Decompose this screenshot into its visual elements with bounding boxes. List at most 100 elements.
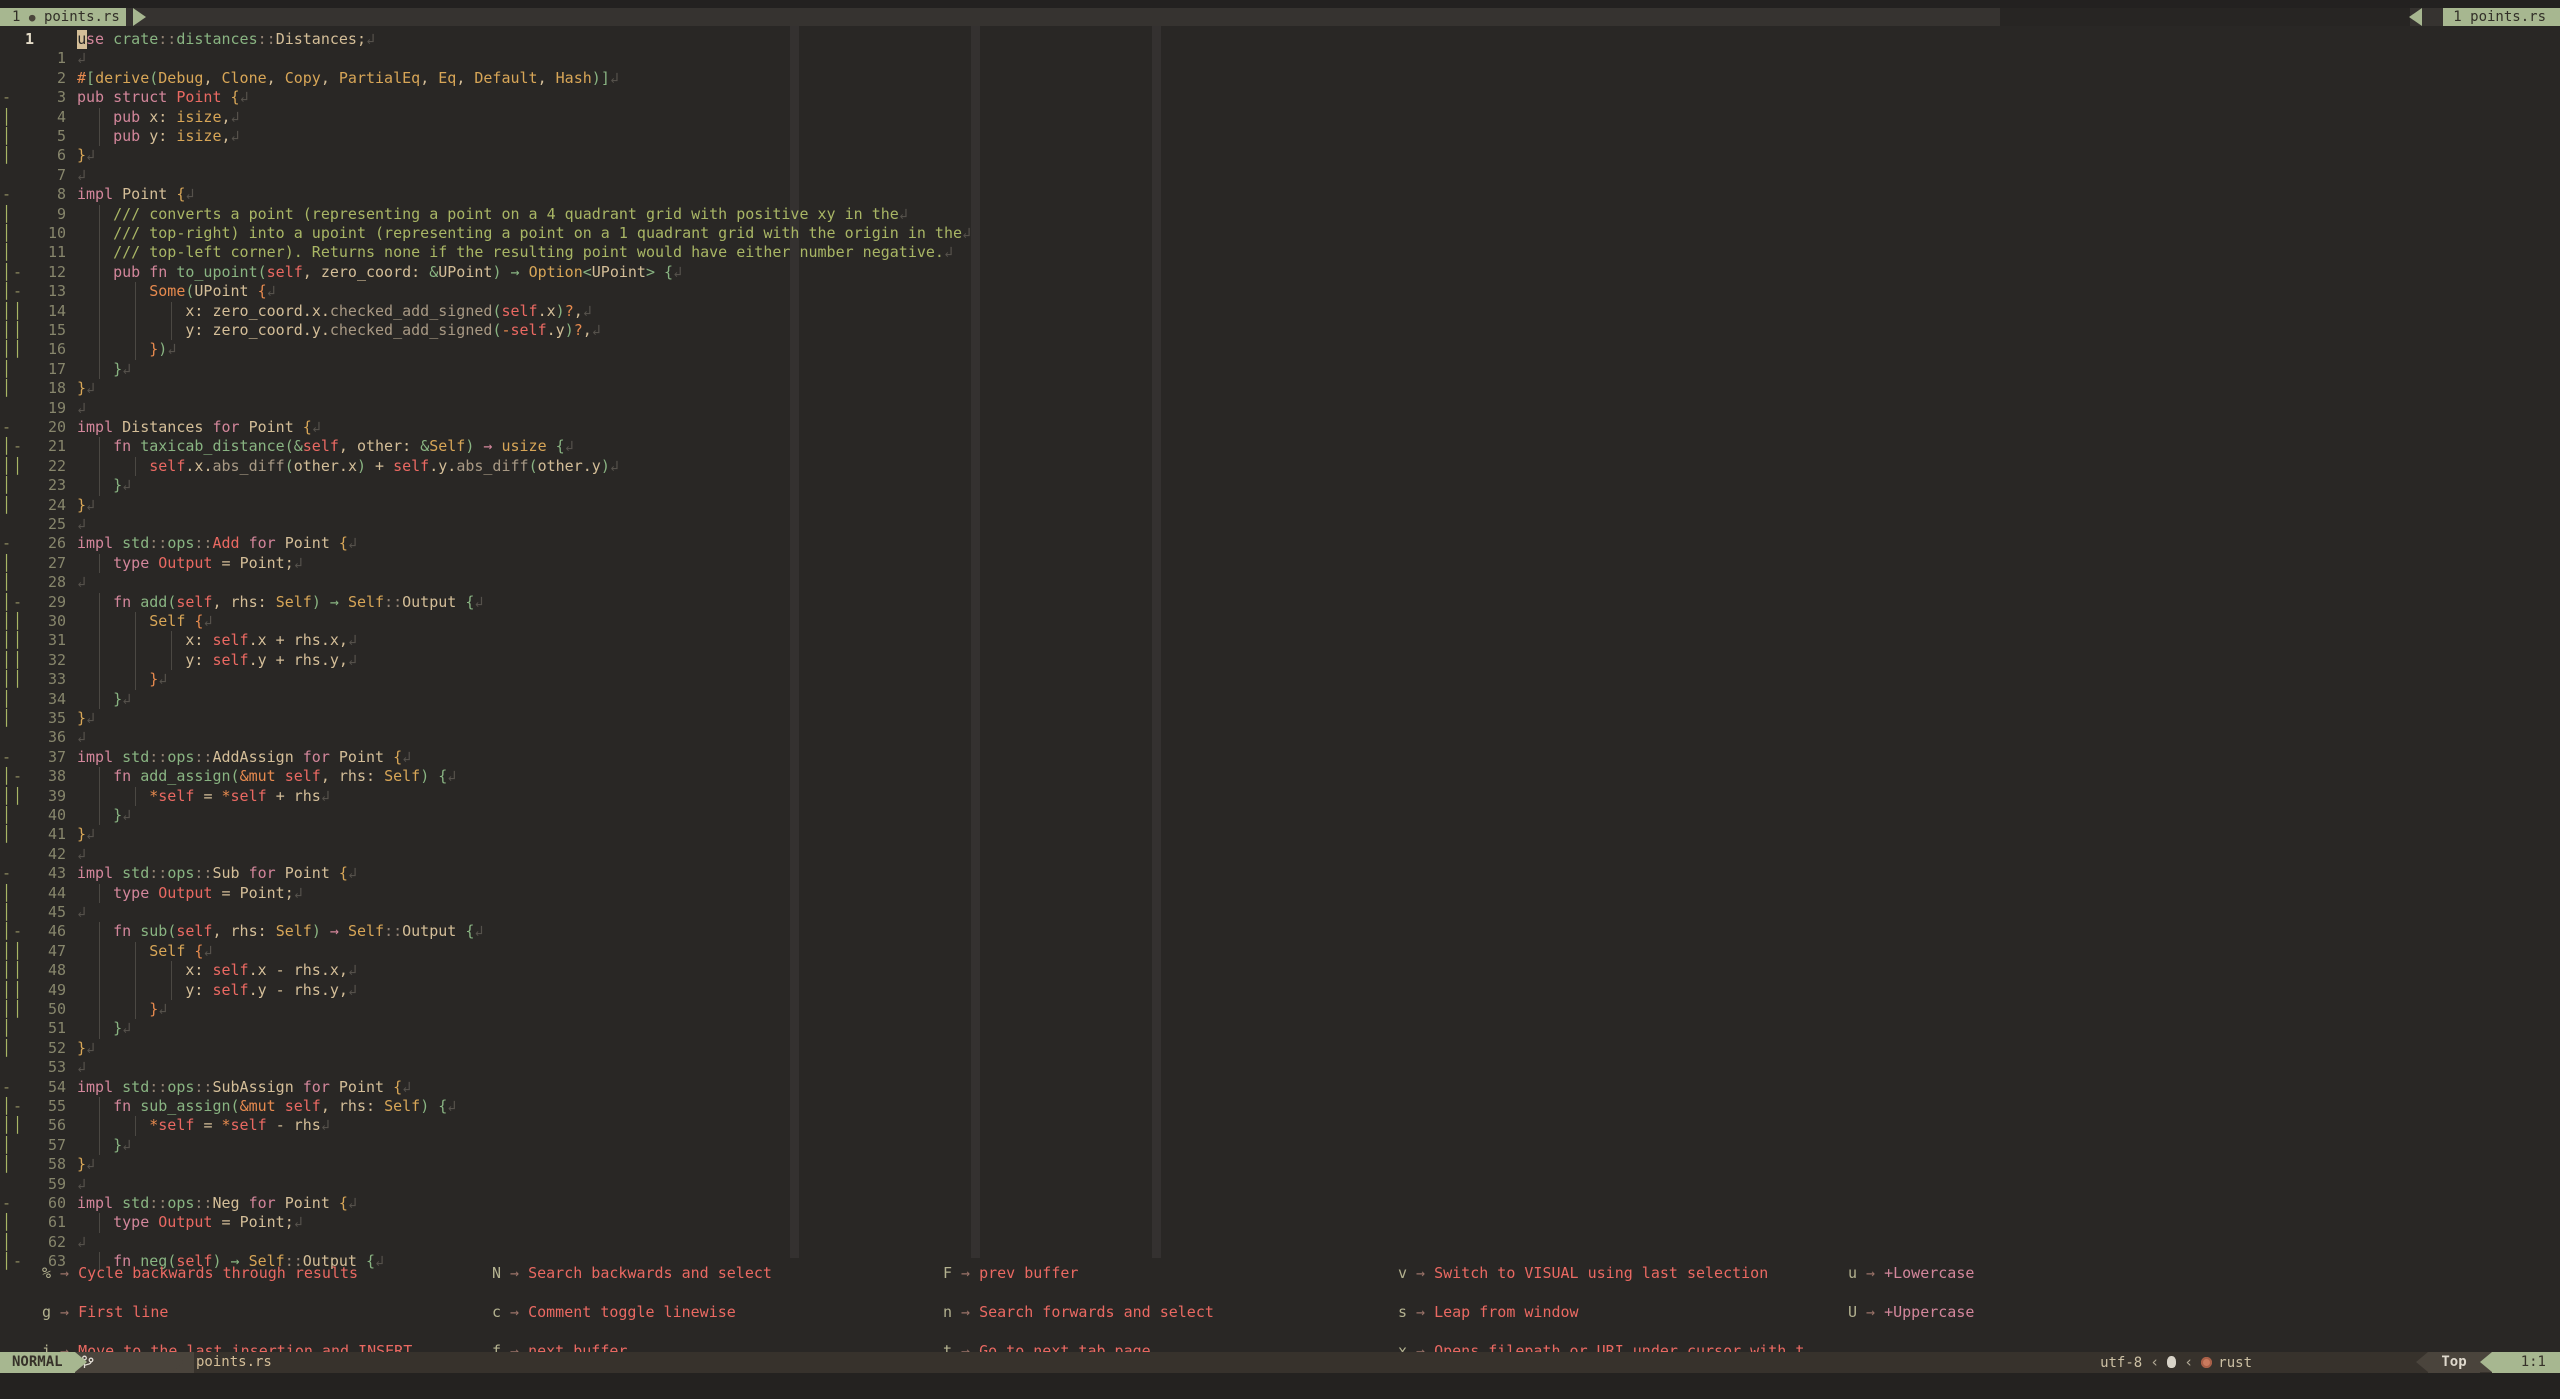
code-line[interactable]: │ 28 ↲: [0, 573, 2560, 593]
code-line[interactable]: │ 11 /// top-left corner). Returns none i…: [0, 243, 2560, 263]
fold-column[interactable]: │: [2, 1019, 13, 1038]
fold-column[interactable]: -: [2, 185, 13, 204]
code-line[interactable]: ││ 56 *self = *self - rhs↲: [0, 1116, 2560, 1136]
fold-column[interactable]: │: [2, 1155, 13, 1174]
fold-column[interactable]: │: [2, 1136, 13, 1155]
code-line[interactable]: ││ 14 x: zero_coord.x.checked_add_signed(…: [0, 301, 2560, 322]
code-line[interactable]: │ 61 type Output = Point;↲: [0, 1213, 2560, 1233]
code-line[interactable]: │- 13 Some(UPoint {↲: [0, 282, 2560, 302]
code-line[interactable]: 19 ↲: [0, 399, 2560, 419]
code-line[interactable]: 7 ↲: [0, 166, 2560, 186]
code-line[interactable]: - 54 impl std::ops::SubAssign for Point {↲: [0, 1078, 2560, 1098]
code-line[interactable]: ││ 50 }↲: [0, 1000, 2560, 1020]
code-line[interactable]: │- 12 pub fn to_upoint(self, zero_coord: …: [0, 262, 2560, 283]
whichkey-binding[interactable]: u → +Lowercase: [1833, 1264, 1974, 1283]
whichkey-binding[interactable]: N → Search backwards and select: [477, 1264, 772, 1283]
fold-column[interactable]: │: [2, 903, 13, 922]
code-editor-area[interactable]: 1 use crate::distances::Distances;↲ u 1 ↲ 2 #[…: [0, 26, 2560, 1352]
code-line[interactable]: │ 6}↲: [0, 146, 2560, 166]
code-line[interactable]: 1 use crate::distances::Distances;↲ u: [0, 30, 2560, 50]
code-line[interactable]: │ 62 ↲: [0, 1233, 2560, 1253]
code-line[interactable]: │ 5 pub y: isize,↲: [0, 127, 2560, 147]
code-line[interactable]: │ 51 }↲: [0, 1019, 2560, 1039]
fold-column[interactable]: -: [2, 748, 13, 767]
code-line[interactable]: 53 ↲: [0, 1058, 2560, 1078]
tabpage-indicator[interactable]: 1 points.rs: [2443, 8, 2560, 26]
code-line[interactable]: │ 17 }↲: [0, 359, 2560, 380]
code-line[interactable]: 1 ↲: [0, 49, 2560, 69]
code-line[interactable]: │ 27 type Output = Point;↲: [0, 553, 2560, 574]
fold-column[interactable]: -: [2, 88, 13, 107]
code-line[interactable]: ││ 31 x: self.x + rhs.x,↲: [0, 631, 2560, 651]
code-line[interactable]: ││ 49 y: self.y - rhs.y,↲: [0, 980, 2560, 1001]
code-line[interactable]: ││ 47 Self {↲: [0, 941, 2560, 962]
code-line[interactable]: - 8 impl Point {↲: [0, 185, 2560, 205]
whichkey-binding[interactable]: U → +Uppercase: [1833, 1303, 1974, 1322]
fold-column[interactable]: │: [2, 884, 13, 903]
fold-column[interactable]: │: [2, 554, 13, 573]
fold-column[interactable]: │: [2, 573, 13, 592]
code-line[interactable]: - 37 impl std::ops::AddAssign for Point {↲: [0, 748, 2560, 768]
fold-column[interactable]: │: [2, 360, 13, 379]
code-line[interactable]: - 26 impl std::ops::Add for Point {↲: [0, 534, 2560, 554]
code-line[interactable]: 2 #[derive(Debug, Clone, Copy, PartialEq,…: [0, 69, 2560, 89]
code-line[interactable]: │ 57 }↲: [0, 1135, 2560, 1156]
code-line[interactable]: │ 40 }↲: [0, 806, 2560, 826]
code-line[interactable]: │ 45 ↲: [0, 903, 2560, 923]
code-line[interactable]: │ 58}↲: [0, 1155, 2560, 1175]
code-line[interactable]: ││ 33 }↲: [0, 670, 2560, 690]
fold-column[interactable]: │: [2, 806, 13, 825]
code-line[interactable]: │- 21 fn taxicab_distance(&self, other: &…: [0, 437, 2560, 457]
whichkey-binding[interactable]: s → Leap from window: [1383, 1303, 1822, 1322]
fold-column[interactable]: │: [2, 146, 13, 165]
code-line[interactable]: │ 4 pub x: isize,↲: [0, 107, 2560, 128]
whichkey-binding[interactable]: n → Search forwards and select: [928, 1303, 1214, 1322]
fold-column[interactable]: -: [2, 1194, 13, 1213]
whichkey-binding[interactable]: g → First line: [27, 1303, 412, 1322]
fold-column[interactable]: │: [2, 224, 13, 243]
fold-column[interactable]: -: [2, 864, 13, 883]
code-line[interactable]: │ 52}↲: [0, 1039, 2560, 1059]
fold-column[interactable]: │: [2, 825, 13, 844]
code-line[interactable]: │ 34 }↲: [0, 689, 2560, 710]
code-line[interactable]: │ 44 type Output = Point;↲: [0, 883, 2560, 904]
fold-column[interactable]: -: [2, 1078, 13, 1097]
code-line[interactable]: │ 23 }↲: [0, 476, 2560, 496]
fold-column[interactable]: │: [2, 1039, 13, 1058]
whichkey-binding[interactable]: v → Switch to VISUAL using last selectio…: [1383, 1264, 1822, 1283]
fold-column[interactable]: │: [2, 496, 13, 515]
code-line[interactable]: ││ 30 Self {↲: [0, 612, 2560, 632]
code-line[interactable]: ││ 39 *self = *self + rhs↲: [0, 786, 2560, 807]
whichkey-binding[interactable]: c → Comment toggle linewise: [477, 1303, 772, 1322]
fold-column[interactable]: │: [2, 205, 13, 224]
code-line[interactable]: ││ 48 x: self.x - rhs.x,↲: [0, 961, 2560, 981]
code-line[interactable]: │- 55 fn sub_assign(&mut self, rhs: Self)…: [0, 1097, 2560, 1117]
code-line[interactable]: │ 10 /// top-right) into a upoint (repres…: [0, 224, 2560, 244]
fold-column[interactable]: │: [2, 379, 13, 398]
code-line[interactable]: │- 46 fn sub(self, rhs: Self) → Self::Out…: [0, 922, 2560, 942]
fold-column[interactable]: -: [2, 418, 13, 437]
code-line[interactable]: - 43 impl std::ops::Sub for Point {↲: [0, 864, 2560, 884]
code-line[interactable]: 36 ↲: [0, 728, 2560, 748]
code-line[interactable]: │ 9 /// converts a point (representing a …: [0, 204, 2560, 225]
fold-column[interactable]: │: [2, 690, 13, 709]
code-line[interactable]: 25 ↲: [0, 515, 2560, 535]
code-line[interactable]: │ 18}↲: [0, 379, 2560, 399]
code-line[interactable]: │ 35}↲: [0, 709, 2560, 729]
fold-column[interactable]: │: [2, 243, 13, 262]
fold-column[interactable]: -: [2, 534, 13, 553]
fold-column[interactable]: │: [2, 709, 13, 728]
code-line[interactable]: │ 24}↲: [0, 496, 2560, 516]
code-line[interactable]: - 60 impl std::ops::Neg for Point {↲: [0, 1194, 2560, 1214]
fold-column[interactable]: │: [2, 108, 13, 127]
fold-column[interactable]: │: [2, 1213, 13, 1232]
command-line[interactable]: g <bs> go up one level <esc> close: [0, 1373, 2560, 1399]
code-line[interactable]: - 3 pub struct Point {↲: [0, 88, 2560, 108]
code-line[interactable]: ││ 16 })↲: [0, 340, 2560, 360]
code-line[interactable]: ││ 32 y: self.y + rhs.y,↲: [0, 650, 2560, 671]
code-line[interactable]: │- 38 fn add_assign(&mut self, rhs: Self)…: [0, 767, 2560, 787]
code-line[interactable]: │- 29 fn add(self, rhs: Self) → Self::Out…: [0, 592, 2560, 613]
fold-column[interactable]: │: [2, 1233, 13, 1252]
code-line[interactable]: ││ 15 y: zero_coord.y.checked_add_signed(…: [0, 321, 2560, 341]
code-line[interactable]: ││ 22 self.x.abs_diff(other.x) + self.y.a…: [0, 456, 2560, 477]
